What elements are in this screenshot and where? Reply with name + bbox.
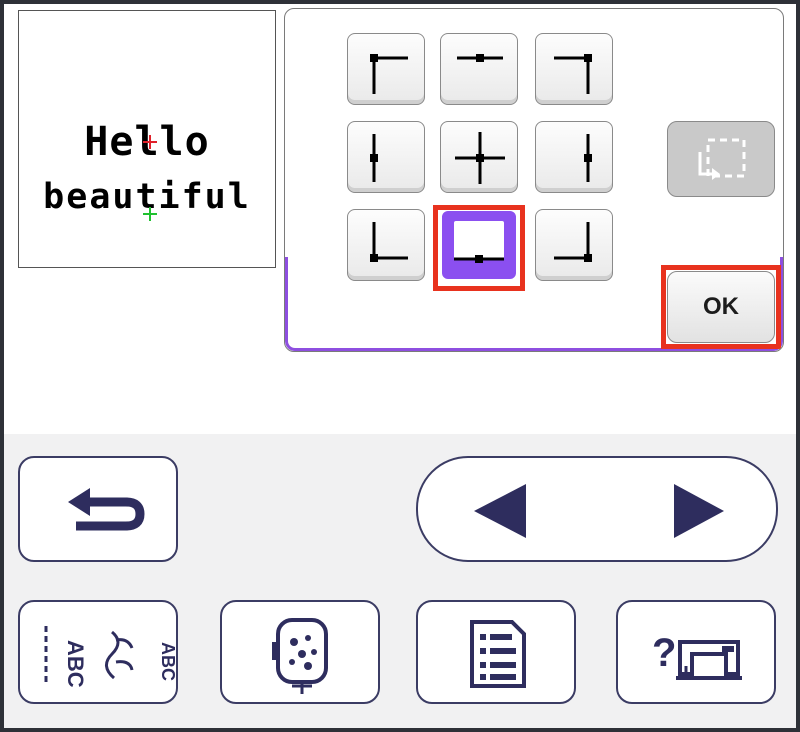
position-middle-right-button[interactable] xyxy=(535,121,613,193)
machine-help-button[interactable]: ? xyxy=(616,600,776,704)
svg-text:ABC: ABC xyxy=(158,642,178,681)
corner-top-right-icon xyxy=(554,54,592,94)
position-bottom-left-button[interactable] xyxy=(347,209,425,281)
return-arrow-icon xyxy=(68,488,145,531)
position-middle-left-button[interactable] xyxy=(347,121,425,193)
rotate-frame-icon xyxy=(698,138,746,180)
left-triangle-icon[interactable] xyxy=(474,484,526,538)
center-point-marker xyxy=(143,135,157,149)
rotate-frame-button[interactable] xyxy=(667,121,775,197)
svg-text:?: ? xyxy=(652,631,676,675)
position-center-button[interactable] xyxy=(440,121,518,193)
edge-middle-left-icon xyxy=(370,134,378,182)
center-cross-icon xyxy=(455,132,505,184)
right-triangle-icon[interactable] xyxy=(674,484,724,538)
corner-bottom-left-icon xyxy=(370,222,408,262)
starting-point-dialog: OK xyxy=(284,8,784,352)
back-button[interactable] xyxy=(18,456,178,562)
needle-position-marker xyxy=(143,207,157,221)
position-top-center-button[interactable] xyxy=(440,33,518,105)
design-preview: Hello beautiful xyxy=(18,10,276,268)
hoop-button[interactable] xyxy=(220,600,380,704)
machine-screen: Hello beautiful OK ABC ABC ? xyxy=(4,4,796,728)
machine-help-icon: ? xyxy=(652,631,742,680)
svg-text:ABC: ABC xyxy=(63,640,88,688)
embroidery-stitch-icon: ABC ABC xyxy=(44,626,178,688)
corner-bottom-right-icon xyxy=(554,222,592,262)
position-bottom-center-button[interactable] xyxy=(440,209,518,281)
edge-middle-right-icon xyxy=(584,134,592,182)
document-list-icon xyxy=(470,620,526,688)
edge-bottom-center-icon xyxy=(454,221,504,263)
edge-top-center-icon xyxy=(457,54,503,62)
embroidery-hoop-icon xyxy=(272,618,328,694)
position-top-right-button[interactable] xyxy=(535,33,613,105)
corner-top-left-icon xyxy=(370,54,408,94)
prev-next-button-group xyxy=(416,456,778,562)
position-bottom-right-button[interactable] xyxy=(535,209,613,281)
position-top-left-button[interactable] xyxy=(347,33,425,105)
embroidery-select-button[interactable]: ABC ABC xyxy=(18,600,178,704)
memory-list-button[interactable] xyxy=(416,600,576,704)
nav-arrows xyxy=(474,484,724,538)
ok-button[interactable]: OK xyxy=(667,271,775,343)
